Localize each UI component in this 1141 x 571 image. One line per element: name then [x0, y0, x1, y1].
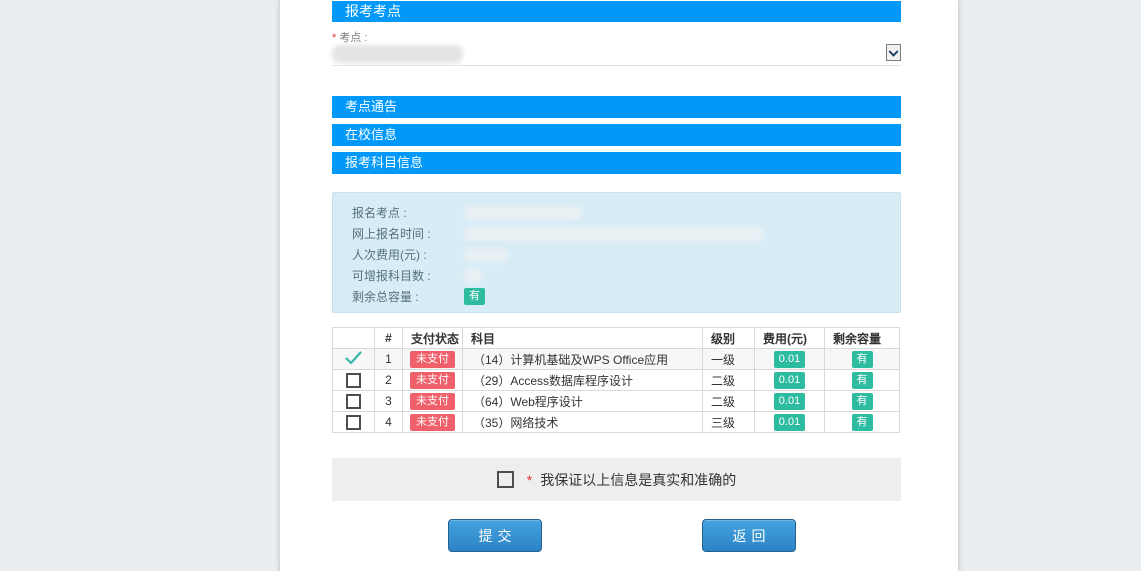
info-row-remaining-capacity: 剩余总容量 : 有: [352, 286, 900, 307]
col-header-index: #: [375, 328, 403, 349]
info-label-addable-subjects: 可增报科目数 :: [352, 267, 464, 284]
remaining-capacity-badge: 有: [464, 288, 485, 305]
col-header-select: [333, 328, 375, 349]
agreement-checkbox[interactable]: [497, 471, 514, 488]
accordion-subject-info-label: 报考科目信息: [345, 155, 423, 170]
checkmark-icon[interactable]: [345, 351, 362, 368]
redacted-addable-subjects-value: [464, 268, 482, 284]
redacted-registration-time-value: [464, 227, 764, 241]
submit-button[interactable]: 提交: [448, 519, 542, 552]
agreement-bar: * 我保证以上信息是真实和准确的: [332, 458, 901, 501]
capacity-badge: 有: [852, 372, 873, 389]
redacted-site-name-value: [464, 206, 582, 220]
col-header-capacity: 剩余容量: [825, 328, 900, 349]
pay-status-badge: 未支付: [410, 414, 455, 431]
subjects-table-header-row: # 支付状态 科目 级别 费用(元) 剩余容量: [333, 328, 900, 349]
pay-status-badge: 未支付: [410, 351, 455, 368]
info-label-fee-per-person: 人次费用(元) :: [352, 246, 464, 263]
subject-name: （64）Web程序设计: [463, 391, 703, 412]
info-label-site-name: 报名考点 :: [352, 204, 464, 221]
accordion-school-info[interactable]: 在校信息: [332, 124, 901, 146]
agreement-text: 我保证以上信息是真实和准确的: [540, 470, 736, 490]
capacity-badge: 有: [852, 351, 873, 368]
row-index: 2: [375, 370, 403, 391]
subject-checkbox[interactable]: [346, 415, 361, 430]
subject-level: 三级: [703, 412, 755, 433]
exam-site-select-dropdown-button[interactable]: [886, 44, 901, 61]
info-label-remaining-capacity: 剩余总容量 :: [352, 288, 464, 305]
pay-status-badge: 未支付: [410, 393, 455, 410]
table-row-subject-2: 2 未支付 （29）Access数据库程序设计 二级 0.01 有: [333, 370, 900, 391]
accordion-school-info-label: 在校信息: [345, 127, 397, 142]
back-button[interactable]: 返回: [702, 519, 796, 552]
info-label-registration-time: 网上报名时间 :: [352, 225, 464, 242]
capacity-badge: 有: [852, 393, 873, 410]
action-buttons-row: 提交 返回: [332, 519, 901, 552]
table-row-subject-4: 4 未支付 （35）网络技术 三级 0.01 有: [333, 412, 900, 433]
row-index: 4: [375, 412, 403, 433]
fee-badge: 0.01: [774, 414, 805, 431]
redacted-fee-value: [464, 248, 508, 262]
fee-badge: 0.01: [774, 393, 805, 410]
subjects-table: # 支付状态 科目 级别 费用(元) 剩余容量 1 未支付: [332, 327, 900, 433]
table-row-subject-1: 1 未支付 （14）计算机基础及WPS Office应用 一级 0.01 有: [333, 349, 900, 370]
subject-checkbox[interactable]: [346, 394, 361, 409]
subject-name: （29）Access数据库程序设计: [463, 370, 703, 391]
subject-level: 二级: [703, 391, 755, 412]
col-header-fee: 费用(元): [755, 328, 825, 349]
info-row-fee-per-person: 人次费用(元) :: [352, 244, 900, 265]
accordion-site-notice[interactable]: 考点通告: [332, 96, 901, 118]
col-header-level: 级别: [703, 328, 755, 349]
chevron-down-icon: [888, 44, 899, 62]
exam-site-field-label: 考点 :: [339, 32, 367, 44]
accordion-subject-info[interactable]: 报考科目信息: [332, 152, 901, 174]
subject-name: （35）网络技术: [463, 412, 703, 433]
col-header-subject: 科目: [463, 328, 703, 349]
row-index: 1: [375, 349, 403, 370]
required-asterisk: *: [332, 32, 336, 44]
table-row-subject-3: 3 未支付 （64）Web程序设计 二级 0.01 有: [333, 391, 900, 412]
exam-site-select[interactable]: [332, 44, 901, 66]
info-row-registration-time: 网上报名时间 :: [352, 223, 900, 244]
required-asterisk: *: [527, 472, 532, 488]
subject-level: 二级: [703, 370, 755, 391]
subject-level: 一级: [703, 349, 755, 370]
subject-checkbox[interactable]: [346, 373, 361, 388]
fee-badge: 0.01: [774, 372, 805, 389]
section-header-exam-site: 报考考点: [332, 1, 901, 22]
site-info-panel: 报名考点 : 网上报名时间 : 人次费用(元) : 可增报科目数 : 剩余总容量…: [332, 192, 901, 313]
col-header-pay-status: 支付状态: [403, 328, 463, 349]
info-row-site-name: 报名考点 :: [352, 202, 900, 223]
info-row-addable-subjects: 可增报科目数 :: [352, 265, 900, 286]
subject-name: （14）计算机基础及WPS Office应用: [463, 349, 703, 370]
registration-panel: 报考考点 *考点 : 考点通告 在校信息 报考科目信息: [279, 0, 959, 571]
exam-site-field-label-row: *考点 :: [332, 29, 901, 42]
exam-site-selected-value-redacted: [332, 45, 463, 63]
section-header-exam-site-label: 报考考点: [345, 3, 401, 19]
pay-status-badge: 未支付: [410, 372, 455, 389]
accordion-site-notice-label: 考点通告: [345, 99, 397, 114]
fee-badge: 0.01: [774, 351, 805, 368]
row-index: 3: [375, 391, 403, 412]
capacity-badge: 有: [852, 414, 873, 431]
